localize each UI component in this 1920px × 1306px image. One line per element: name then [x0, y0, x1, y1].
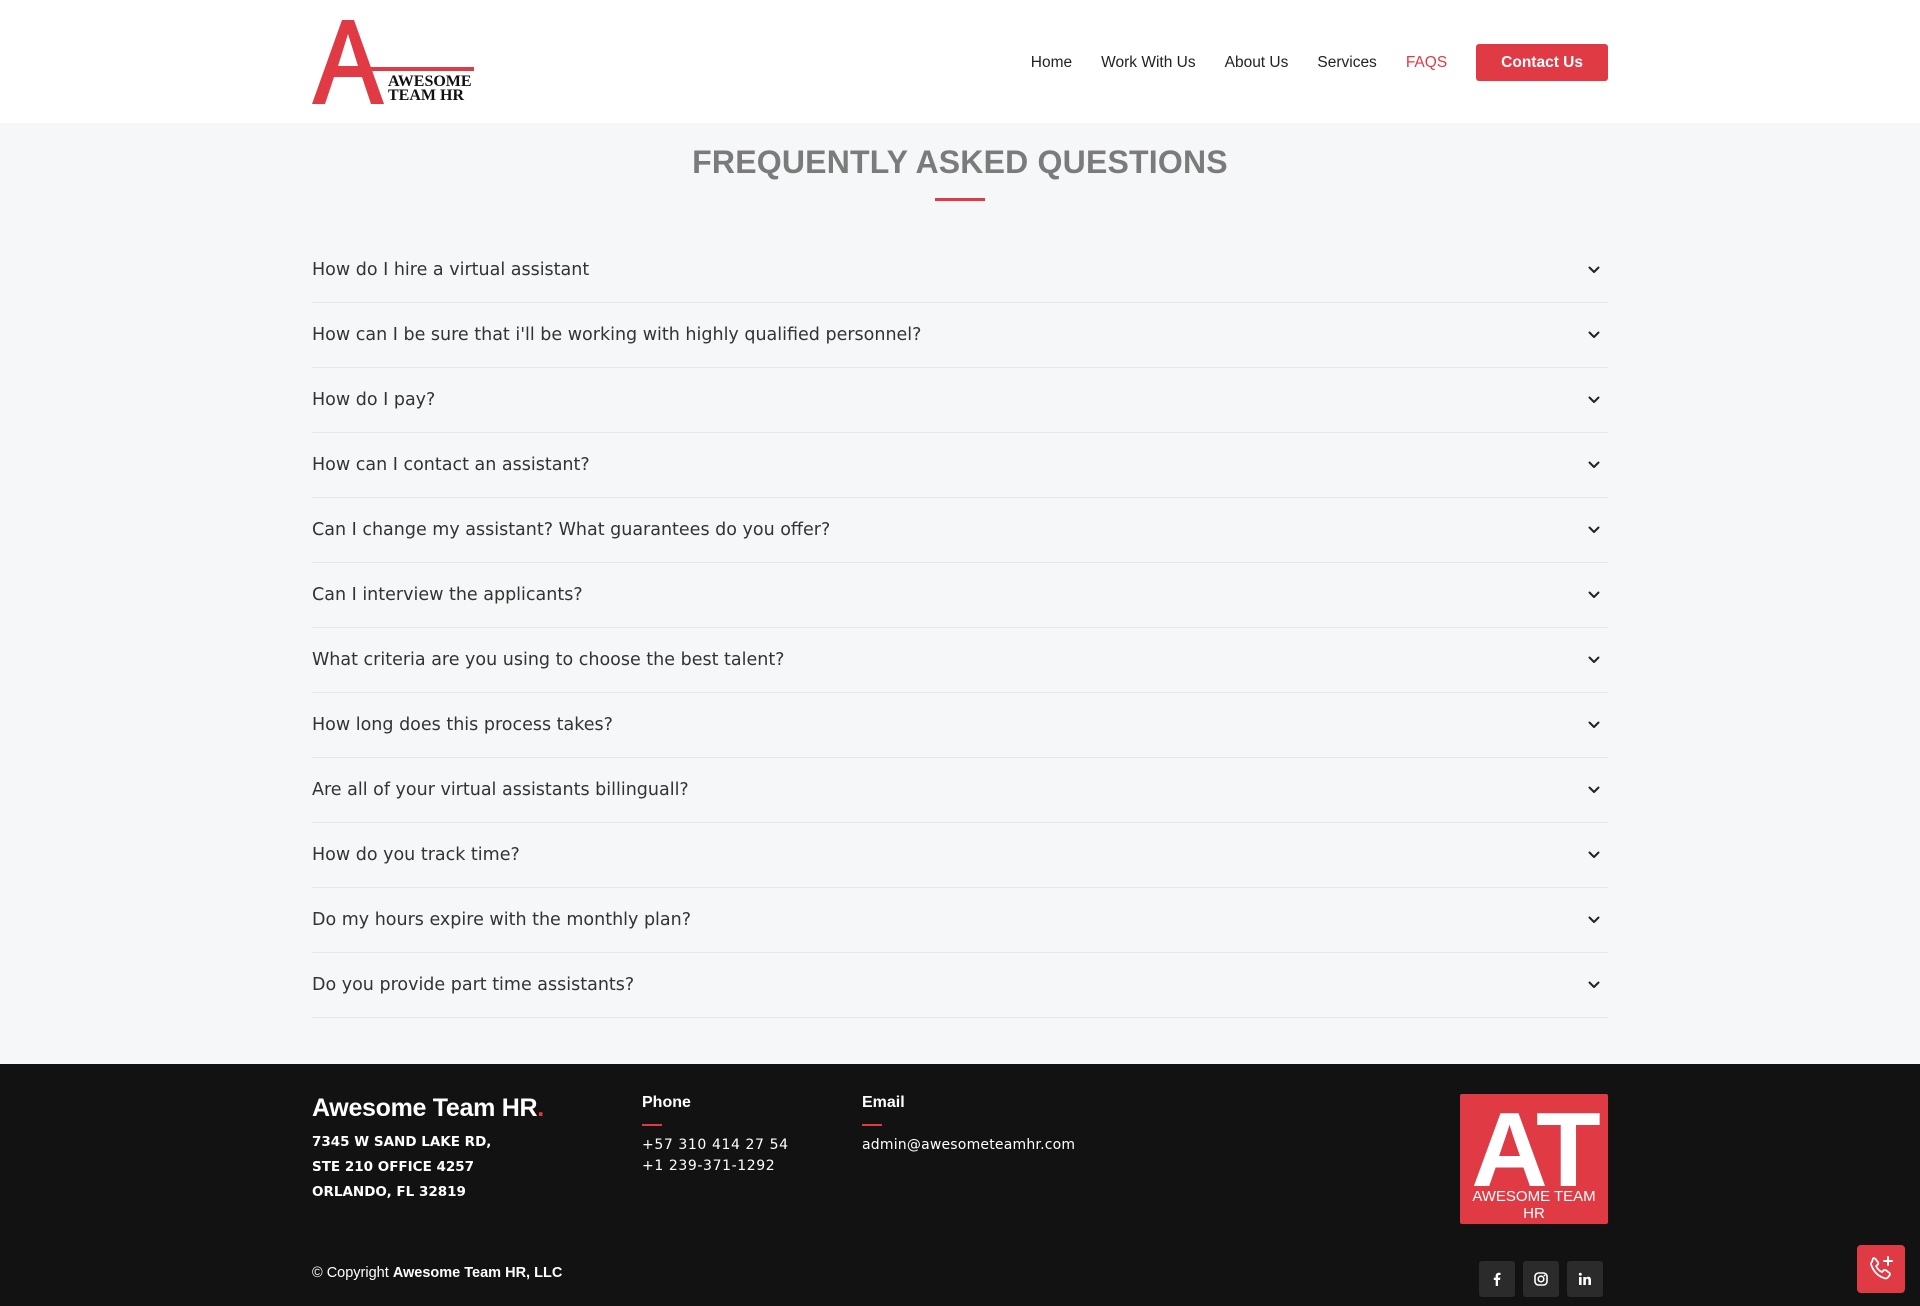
faq-question: What criteria are you using to choose th…	[312, 650, 785, 670]
footer-phone-column: Phone +57 310 414 27 54 +1 239-371-1292	[642, 1094, 789, 1177]
footer-email-column: Email admin@awesometeamhr.com	[862, 1094, 1075, 1156]
faq-question: Are all of your virtual assistants billi…	[312, 780, 689, 800]
faq-question: How do I hire a virtual assistant	[312, 260, 590, 280]
footer-brand-dot: .	[537, 1094, 544, 1122]
footer-logo-letters: AT	[1471, 1094, 1600, 1209]
chevron-down-icon[interactable]	[1584, 975, 1604, 995]
faq-question: Can I interview the applicants?	[312, 585, 583, 605]
phone-plus-icon	[1870, 1256, 1893, 1280]
faq-question: Can I change my assistant? What guarante…	[312, 520, 831, 540]
faq-item[interactable]: How do you track time?	[312, 823, 1608, 888]
faq-question: Do my hours expire with the monthly plan…	[312, 910, 692, 930]
facebook-icon[interactable]	[1479, 1261, 1515, 1297]
chevron-down-icon[interactable]	[1584, 260, 1604, 280]
faq-item[interactable]: Do you provide part time assistants?	[312, 953, 1608, 1018]
chevron-down-icon[interactable]	[1584, 585, 1604, 605]
call-button[interactable]	[1857, 1245, 1905, 1293]
faq-item[interactable]: How do I hire a virtual assistant	[312, 238, 1608, 303]
footer-address: 7345 W SAND LAKE RD, STE 210 OFFICE 4257…	[312, 1130, 491, 1205]
faq-question: How long does this process takes?	[312, 715, 613, 735]
site-footer: Awesome Team HR. 7345 W SAND LAKE RD, ST…	[0, 1064, 1920, 1306]
faq-list: How do I hire a virtual assistant How can…	[312, 238, 1608, 1018]
chevron-down-icon[interactable]	[1584, 650, 1604, 670]
copyright: © Copyright Awesome Team HR, LLC	[312, 1265, 562, 1281]
chevron-down-icon[interactable]	[1584, 390, 1604, 410]
nav-work-with-us[interactable]: Work With Us	[1101, 54, 1195, 72]
site-logo[interactable]: AWESOME TEAM HR	[312, 20, 474, 104]
title-underline	[935, 198, 985, 201]
nav-faqs[interactable]: FAQS	[1406, 54, 1447, 72]
copyright-company: Awesome Team HR, LLC	[392, 1265, 563, 1281]
faq-item[interactable]: Are all of your virtual assistants billi…	[312, 758, 1608, 823]
faq-question: How do you track time?	[312, 845, 520, 865]
nav-services[interactable]: Services	[1317, 54, 1376, 72]
faq-question: How can I contact an assistant?	[312, 455, 590, 475]
faq-item[interactable]: How do I pay?	[312, 368, 1608, 433]
chevron-down-icon[interactable]	[1584, 520, 1604, 540]
heading-underline	[862, 1124, 882, 1126]
copyright-prefix: © Copyright	[312, 1265, 389, 1281]
email-link[interactable]: admin@awesometeamhr.com	[862, 1135, 1075, 1156]
address-line: 7345 W SAND LAKE RD,	[312, 1134, 492, 1150]
email-heading: Email	[862, 1094, 905, 1111]
linkedin-icon[interactable]	[1567, 1261, 1603, 1297]
footer-brand: Awesome Team HR.	[312, 1094, 544, 1123]
main-nav: Home Work With Us About Us Services FAQS Cont…	[1002, 44, 1608, 81]
chevron-down-icon[interactable]	[1584, 715, 1604, 735]
instagram-icon[interactable]	[1523, 1261, 1559, 1297]
faq-item[interactable]: Can I interview the applicants?	[312, 563, 1608, 628]
footer-logo-text: AWESOME TEAM HR	[1472, 1188, 1596, 1222]
address-line: STE 210 OFFICE 4257	[312, 1159, 475, 1175]
faq-item[interactable]: How can I contact an assistant?	[312, 433, 1608, 498]
faq-item[interactable]: How long does this process takes?	[312, 693, 1608, 758]
contact-us-button[interactable]: Contact Us	[1476, 44, 1608, 81]
faq-item[interactable]: How can I be sure that i'll be working w…	[312, 303, 1608, 368]
faq-question: How do I pay?	[312, 390, 436, 410]
faq-question: How can I be sure that i'll be working w…	[312, 325, 922, 345]
faq-item[interactable]: What criteria are you using to choose th…	[312, 628, 1608, 693]
heading-underline	[642, 1124, 662, 1126]
chevron-down-icon[interactable]	[1584, 455, 1604, 475]
chevron-down-icon[interactable]	[1584, 325, 1604, 345]
phone-number[interactable]: +1 239-371-1292	[642, 1156, 789, 1177]
logo-line2: TEAM HR	[388, 87, 464, 104]
chevron-down-icon[interactable]	[1584, 845, 1604, 865]
faq-item[interactable]: Can I change my assistant? What guarante…	[312, 498, 1608, 563]
faq-question: Do you provide part time assistants?	[312, 975, 635, 995]
nav-about-us[interactable]: About Us	[1225, 54, 1289, 72]
chevron-down-icon[interactable]	[1584, 780, 1604, 800]
phone-heading: Phone	[642, 1094, 691, 1111]
phone-number[interactable]: +57 310 414 27 54	[642, 1135, 789, 1156]
footer-brand-name: Awesome Team HR	[312, 1094, 538, 1122]
footer-logo: AT AWESOME TEAM HR	[1460, 1094, 1608, 1224]
faq-item[interactable]: Do my hours expire with the monthly plan…	[312, 888, 1608, 953]
page-title: FREQUENTLY ASKED QUESTIONS	[692, 144, 1228, 180]
chevron-down-icon[interactable]	[1584, 910, 1604, 930]
nav-home[interactable]: Home	[1031, 54, 1072, 72]
site-header: AWESOME TEAM HR Home Work With Us About Us…	[0, 0, 1920, 123]
address-line: ORLANDO, FL 32819	[312, 1184, 466, 1200]
